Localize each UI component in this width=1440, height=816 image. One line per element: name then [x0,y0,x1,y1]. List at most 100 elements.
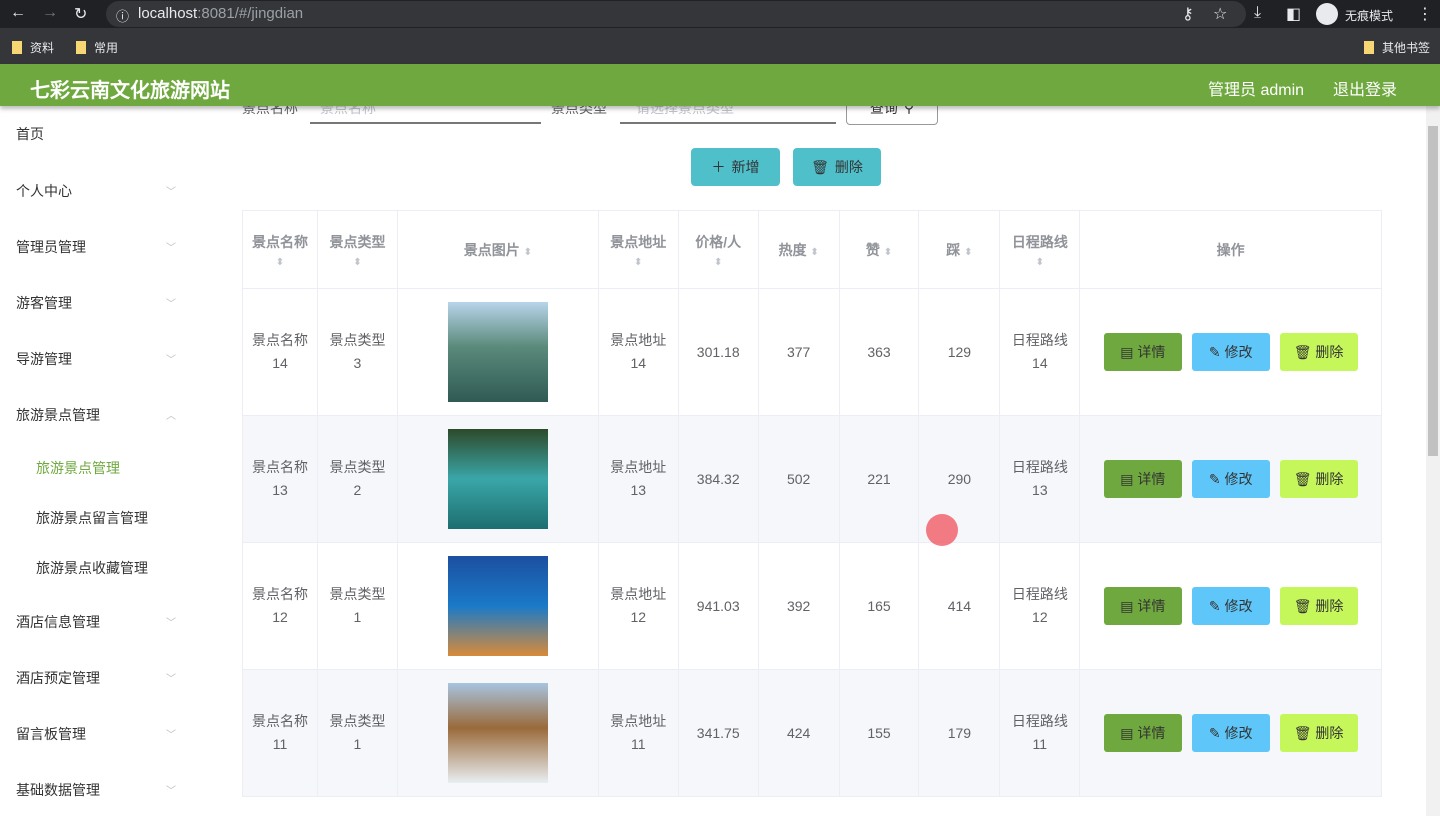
scrollbar-thumb[interactable] [1428,126,1438,456]
column-header[interactable]: 景点图片 ⬍ [396,210,599,289]
trash-icon: 🗑︎ [1293,470,1312,487]
download-icon[interactable]: ⤓ [1254,4,1261,22]
cell-down: 129 [918,288,1001,416]
cell-hot: 502 [757,415,840,543]
column-header[interactable]: 景点地址 ⬍ [597,210,679,289]
sidebar-item-basedata[interactable]: 基础数据管理 [16,780,100,800]
sort-icon[interactable]: ⬍ [884,247,892,258]
cell-route: 日程路线11 [999,669,1081,797]
column-header[interactable]: 日程路线 ⬍ [999,210,1081,289]
column-header[interactable]: 景点类型 ⬍ [316,210,398,289]
scenic-thumbnail[interactable] [447,556,548,656]
sidepanel-icon[interactable]: ◧ [1286,4,1301,24]
sidebar-item-scenic[interactable]: 旅游景点管理 [16,405,100,425]
scenic-thumbnail[interactable] [447,683,548,783]
sort-icon[interactable]: ⬍ [353,257,361,268]
edit-icon: ✎ [1208,470,1221,487]
trash-icon: 🗑︎ [811,158,829,175]
current-user: 管理员 admin [1208,82,1305,99]
cell-up: 165 [838,542,920,670]
cell-name: 景点名称13 [242,415,318,543]
scrollbar[interactable] [1426,106,1440,816]
sort-icon[interactable]: ⬍ [1036,257,1044,268]
delete-button[interactable]: 🗑︎ 删除 [1279,460,1358,498]
edit-button[interactable]: ✎ 修改 [1191,460,1270,498]
star-icon[interactable]: ☆ [1213,4,1227,24]
folder-icon [76,41,86,54]
sort-icon[interactable]: ⬍ [524,247,532,258]
chevron-down-icon: ﹀ [166,618,176,629]
bookmark-folder[interactable]: 常用 [76,39,118,56]
key-icon[interactable]: ⚷ [1182,4,1194,24]
table-row: 景点名称13 景点类型2 景点地址13 384.32 502 221 290 日程路线13 ▤… [242,415,1382,543]
sidebar-item-board[interactable]: 留言板管理 [16,724,86,744]
column-header: 操作 [1079,210,1382,289]
detail-button[interactable]: ▤ 详情 [1103,460,1182,498]
chevron-down-icon: ﹀ [166,355,176,366]
mouse-cursor-indicator [926,514,958,546]
sort-icon[interactable]: ⬍ [810,247,818,258]
cell-image [396,669,599,797]
logout-link[interactable]: 退出登录 [1333,76,1397,100]
column-header[interactable]: 景点名称 ⬍ [242,210,318,289]
detail-button[interactable]: ▤ 详情 [1103,587,1182,625]
forward-icon[interactable]: → [42,4,58,22]
scenic-thumbnail[interactable] [447,429,548,529]
type-select-underline [620,122,836,124]
cell-actions: ▤ 详情 ✎ 修改 🗑︎ 删除 [1079,415,1382,543]
incognito-icon [1316,3,1338,25]
reload-icon[interactable]: ↻ [74,4,87,24]
cell-addr: 景点地址13 [597,415,679,543]
sidebar-subitem-comments[interactable]: 旅游景点留言管理 [36,508,148,528]
column-header[interactable]: 赞 ⬍ [838,210,920,289]
edit-button[interactable]: ✎ 修改 [1191,587,1270,625]
sidebar: 首页 个人中心 ﹀ 管理员管理 ﹀ 游客管理 ﹀ 导游管理 ﹀ 旅游景点管理 ︿ 旅游景点… [0,106,240,816]
browser-toolbar: ← → ↻ ⓘ localhost:8081/#/jingdian ⚷ ☆ ⤓ … [0,0,1440,28]
scenic-table: 景点名称 ⬍ 景点类型 ⬍ 景点图片 ⬍ 景点地址 ⬍ 价格/人 ⬍ 热度 ⬍ 赞 ⬍ 踩 ⬍ 日程路线… [242,210,1382,797]
cell-price: 301.18 [677,288,759,416]
sort-icon[interactable]: ⬍ [634,257,642,268]
sort-icon[interactable]: ⬍ [714,257,722,268]
sidebar-subitem-favorites[interactable]: 旅游景点收藏管理 [36,558,148,578]
cell-name: 景点名称14 [242,288,318,416]
sidebar-item-hotel[interactable]: 酒店信息管理 [16,612,100,632]
cell-addr: 景点地址14 [597,288,679,416]
sidebar-item-home[interactable]: 首页 [16,124,44,144]
back-icon[interactable]: ← [10,4,26,22]
batch-delete-button[interactable]: 🗑︎ 删除 [793,148,881,186]
delete-button[interactable]: 🗑︎ 删除 [1279,714,1358,752]
sidebar-item-admin[interactable]: 管理员管理 [16,237,86,257]
incognito-label[interactable]: 无痕模式 [1345,7,1393,24]
cell-image [396,415,599,543]
delete-button[interactable]: 🗑︎ 删除 [1279,587,1358,625]
detail-button[interactable]: ▤ 详情 [1103,333,1182,371]
cell-actions: ▤ 详情 ✎ 修改 🗑︎ 删除 [1079,542,1382,670]
sidebar-subitem-scenic[interactable]: 旅游景点管理 [36,458,120,478]
cell-image [396,288,599,416]
column-header[interactable]: 热度 ⬍ [757,210,840,289]
document-icon: ▤ [1120,724,1134,741]
url-text[interactable]: localhost:8081/#/jingdian [138,5,303,22]
sidebar-item-profile[interactable]: 个人中心 [16,181,72,201]
sort-icon[interactable]: ⬍ [964,247,972,258]
trash-icon: 🗑︎ [1293,343,1312,360]
edit-button[interactable]: ✎ 修改 [1191,714,1270,752]
bookmark-folder[interactable]: 资料 [12,39,54,56]
info-icon: ⓘ [116,9,130,24]
column-header[interactable]: 价格/人 ⬍ [677,210,759,289]
other-bookmarks[interactable]: 其他书签 [1364,39,1430,56]
sort-icon[interactable]: ⬍ [276,257,284,268]
menu-icon[interactable]: ⋮ [1417,4,1433,24]
delete-button[interactable]: 🗑︎ 删除 [1279,333,1358,371]
trash-icon: 🗑︎ [1293,724,1312,741]
detail-button[interactable]: ▤ 详情 [1103,714,1182,752]
column-header[interactable]: 踩 ⬍ [918,210,1001,289]
sidebar-item-guide[interactable]: 导游管理 [16,349,72,369]
cell-hot: 392 [757,542,840,670]
sidebar-item-tourist[interactable]: 游客管理 [16,293,72,313]
cell-name: 景点名称12 [242,542,318,670]
edit-button[interactable]: ✎ 修改 [1191,333,1270,371]
scenic-thumbnail[interactable] [447,302,548,402]
add-button[interactable]: ＋新增 [691,148,780,186]
sidebar-item-booking[interactable]: 酒店预定管理 [16,668,100,688]
